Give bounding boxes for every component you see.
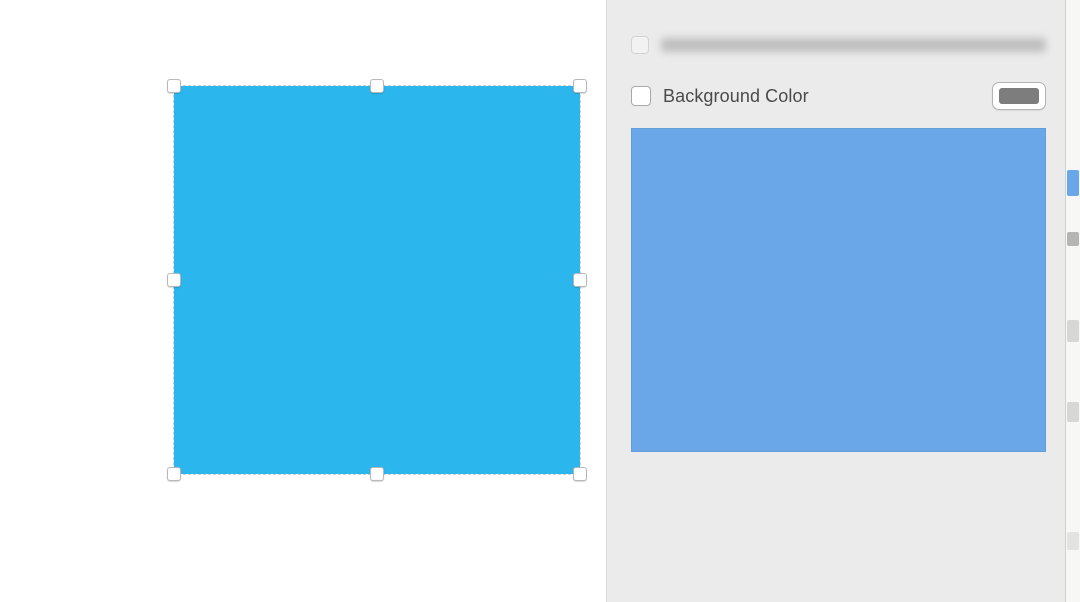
scroll-strip-mark: [1067, 232, 1079, 246]
resize-handle-top-right[interactable]: [573, 79, 587, 93]
canvas-area[interactable]: [0, 0, 606, 602]
background-color-swatch-fill: [999, 88, 1039, 104]
truncated-label: [661, 38, 1046, 52]
resize-handle-middle-right[interactable]: [573, 273, 587, 287]
resize-handle-bottom-left[interactable]: [167, 467, 181, 481]
resize-handle-middle-left[interactable]: [167, 273, 181, 287]
resize-handle-bottom-right[interactable]: [573, 467, 587, 481]
resize-handle-top-middle[interactable]: [370, 79, 384, 93]
scroll-strip-mark: [1067, 532, 1079, 550]
background-color-label: Background Color: [663, 86, 980, 107]
background-color-row: Background Color: [631, 78, 1046, 114]
inspector-panel: Background Color: [606, 0, 1080, 602]
scroll-strip-mark: [1067, 170, 1079, 196]
app-root: Background Color: [0, 0, 1080, 602]
truncated-checkbox[interactable]: [631, 36, 649, 54]
inspector-row-truncated: [631, 32, 1046, 58]
slice-preview: [631, 128, 1046, 452]
background-color-checkbox[interactable]: [631, 86, 651, 106]
background-color-swatch[interactable]: [992, 82, 1046, 110]
scroll-strip-mark: [1067, 402, 1079, 422]
artboard-fill[interactable]: [174, 86, 580, 474]
resize-handle-top-left[interactable]: [167, 79, 181, 93]
scroll-strip-mark: [1067, 320, 1079, 342]
resize-handle-bottom-middle[interactable]: [370, 467, 384, 481]
selected-artboard[interactable]: [174, 86, 580, 474]
